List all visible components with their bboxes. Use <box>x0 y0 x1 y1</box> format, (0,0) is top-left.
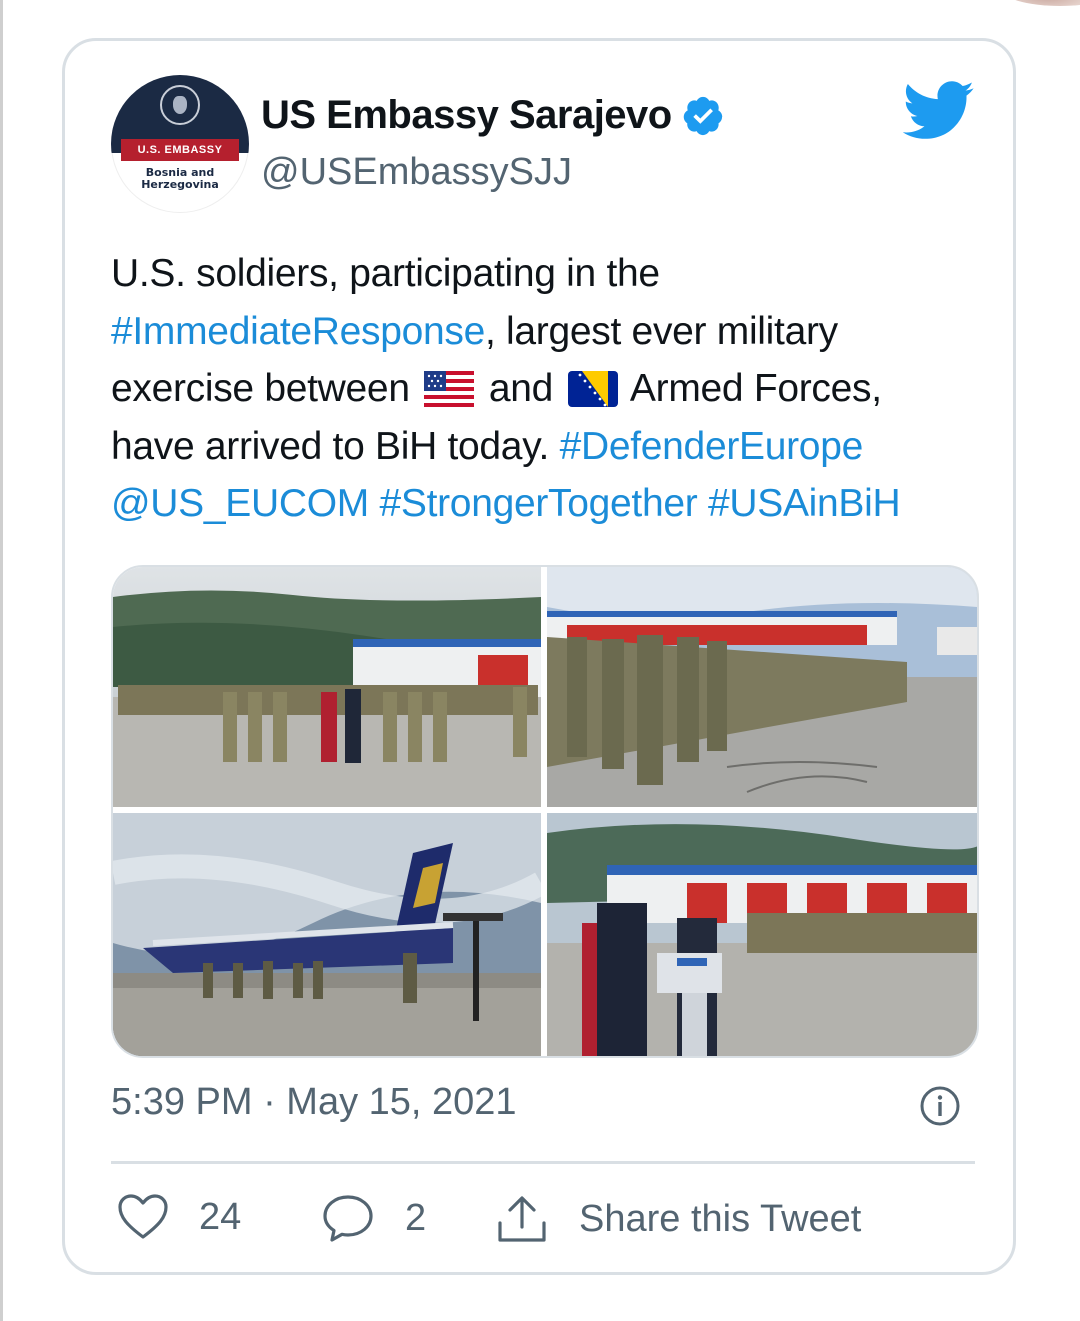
info-icon[interactable] <box>919 1085 961 1127</box>
avatar-location: Bosnia and Herzegovina <box>131 167 229 191</box>
author-name[interactable]: US Embassy Sarajevo <box>261 93 672 138</box>
eagle-seal-icon <box>160 85 200 125</box>
share-upload-icon <box>498 1196 546 1242</box>
hashtag-immediateresponse[interactable]: #ImmediateResponse <box>111 310 485 353</box>
hashtag-defendereurope[interactable]: #DefenderEurope <box>560 425 864 468</box>
mention-us-eucom[interactable]: @US_EUCOM <box>111 482 369 525</box>
tweet-text-l4: have arrived to BiH today. <box>111 424 550 468</box>
tweet-line-5: @US_EUCOM #StrongerTogether #USAinBiH <box>111 475 991 533</box>
twitter-bird-icon[interactable] <box>903 81 975 141</box>
tweet-line-3: exercise between and Armed Forces, <box>111 360 991 418</box>
photo-press-podium[interactable] <box>547 813 977 1056</box>
media-grid <box>111 565 979 1058</box>
author-handle[interactable]: @USEmbassySJJ <box>261 151 572 194</box>
share-label: Share this Tweet <box>579 1197 862 1240</box>
like-button[interactable]: 24 <box>117 1193 241 1241</box>
tweet-text: U.S. soldiers, participating in the #Imm… <box>111 245 991 533</box>
screen-edge <box>0 0 3 1321</box>
tweet-text-l3c: Armed Forces, <box>629 367 882 410</box>
avatar-band-text: U.S. EMBASSY <box>121 139 239 161</box>
verified-badge-icon <box>683 96 723 136</box>
tweet-line-1: U.S. soldiers, participating in the <box>111 245 991 303</box>
corner-artifact <box>1000 0 1080 6</box>
share-tweet-button[interactable]: Share this Tweet <box>495 1193 861 1245</box>
photo-troops-hangar[interactable] <box>113 567 541 807</box>
tweet-text-l3b: and <box>488 367 553 410</box>
tweet-text-l1: U.S. soldiers, participating in the <box>111 252 660 295</box>
reply-count: 2 <box>405 1196 427 1239</box>
avatar-location-line2: Herzegovina <box>141 178 219 191</box>
tweet-line-4: have arrived to BiH today. #DefenderEuro… <box>111 418 991 476</box>
avatar[interactable]: U.S. EMBASSY Bosnia and Herzegovina <box>111 75 249 213</box>
hashtag-strongertogether[interactable]: #StrongerTogether <box>379 482 697 525</box>
tweet-text-l2: , largest ever military <box>484 309 838 353</box>
heart-icon <box>118 1194 168 1239</box>
tweet-text-l3a: exercise between <box>111 367 410 410</box>
bosnia-flag-icon <box>567 371 618 407</box>
photo-soldiers-saluting[interactable] <box>547 567 977 807</box>
reply-button[interactable]: 2 <box>321 1193 426 1243</box>
like-count: 24 <box>199 1195 242 1238</box>
photo-cargo-plane[interactable] <box>113 813 541 1056</box>
us-flag-icon <box>424 371 475 407</box>
tweet-timestamp[interactable]: 5:39 PM · May 15, 2021 <box>111 1081 517 1124</box>
divider <box>111 1161 975 1164</box>
tweet-card[interactable]: U.S. EMBASSY Bosnia and Herzegovina US E… <box>62 38 1016 1275</box>
hashtag-usainbih[interactable]: #USAinBiH <box>708 482 901 525</box>
reply-bubble-icon <box>323 1195 373 1242</box>
tweet-line-2: #ImmediateResponse, largest ever militar… <box>111 303 991 361</box>
